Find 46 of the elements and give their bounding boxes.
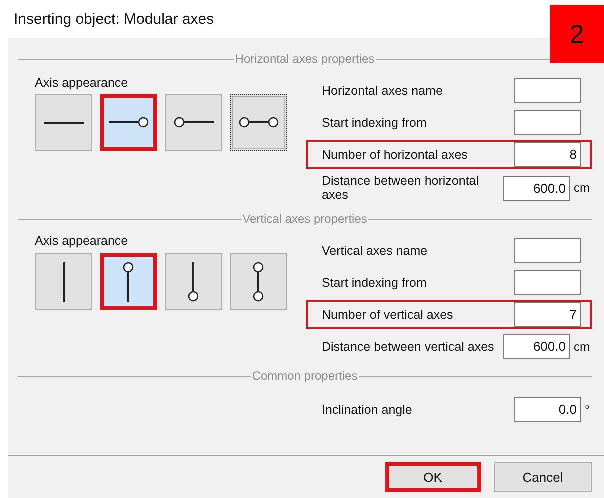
field-label: Number of horizontal axes	[322, 148, 469, 162]
axis-style-button[interactable]	[165, 253, 222, 310]
axis-icon	[62, 262, 64, 302]
axis-icon	[108, 117, 148, 128]
axis-icon	[174, 117, 214, 128]
input-field[interactable]	[514, 238, 581, 263]
field-label: Horizontal axes name	[322, 84, 444, 98]
section-header: Vertical axes properties	[242, 212, 368, 226]
axis-style-button[interactable]	[100, 94, 157, 151]
step-badge: 2	[550, 5, 604, 63]
axis-icon	[238, 117, 278, 128]
input-field[interactable]	[514, 270, 581, 295]
input-field[interactable]	[514, 110, 581, 135]
section-header: Common properties	[251, 369, 359, 383]
unit-label: cm	[574, 340, 590, 354]
field-label: Start indexing from	[322, 116, 428, 130]
dialog-button[interactable]: Cancel	[494, 462, 592, 492]
axis-appearance-label: Axis appearance	[35, 234, 130, 248]
unit-label: cm	[574, 181, 590, 195]
axis-style-button[interactable]	[35, 94, 92, 151]
axis-style-button[interactable]	[165, 94, 222, 151]
input-field[interactable]: 600.0	[503, 334, 570, 359]
axis-style-button[interactable]	[35, 253, 92, 310]
axis-style-button[interactable]	[100, 253, 157, 310]
field-label: Distance between vertical axes	[322, 340, 496, 354]
field-label: Inclination angle	[322, 402, 414, 416]
window-title: Inserting object: Modular axes	[14, 10, 214, 28]
input-field[interactable]: 7	[514, 302, 581, 327]
dialog-button[interactable]: OK	[385, 462, 481, 492]
field-label: Number of vertical axes	[322, 308, 454, 322]
section-header: Horizontal axes properties	[234, 52, 376, 66]
axis-style-button[interactable]	[230, 253, 287, 310]
field-label: Start indexing from	[322, 276, 428, 290]
input-field[interactable]	[514, 78, 581, 103]
field-label: Distance between horizontal axes	[322, 174, 480, 202]
input-field[interactable]: 0.0	[514, 397, 581, 422]
axis-icon	[123, 262, 134, 302]
unit-label: °	[585, 402, 590, 416]
axis-icon	[188, 262, 199, 302]
input-field[interactable]: 8	[514, 142, 581, 167]
axis-icon	[44, 122, 84, 124]
field-label: Vertical axes name	[322, 244, 429, 258]
axis-icon	[253, 262, 264, 302]
axis-style-button[interactable]	[230, 94, 287, 151]
axis-appearance-label: Axis appearance	[35, 76, 130, 90]
input-field[interactable]: 600.0	[503, 176, 570, 200]
